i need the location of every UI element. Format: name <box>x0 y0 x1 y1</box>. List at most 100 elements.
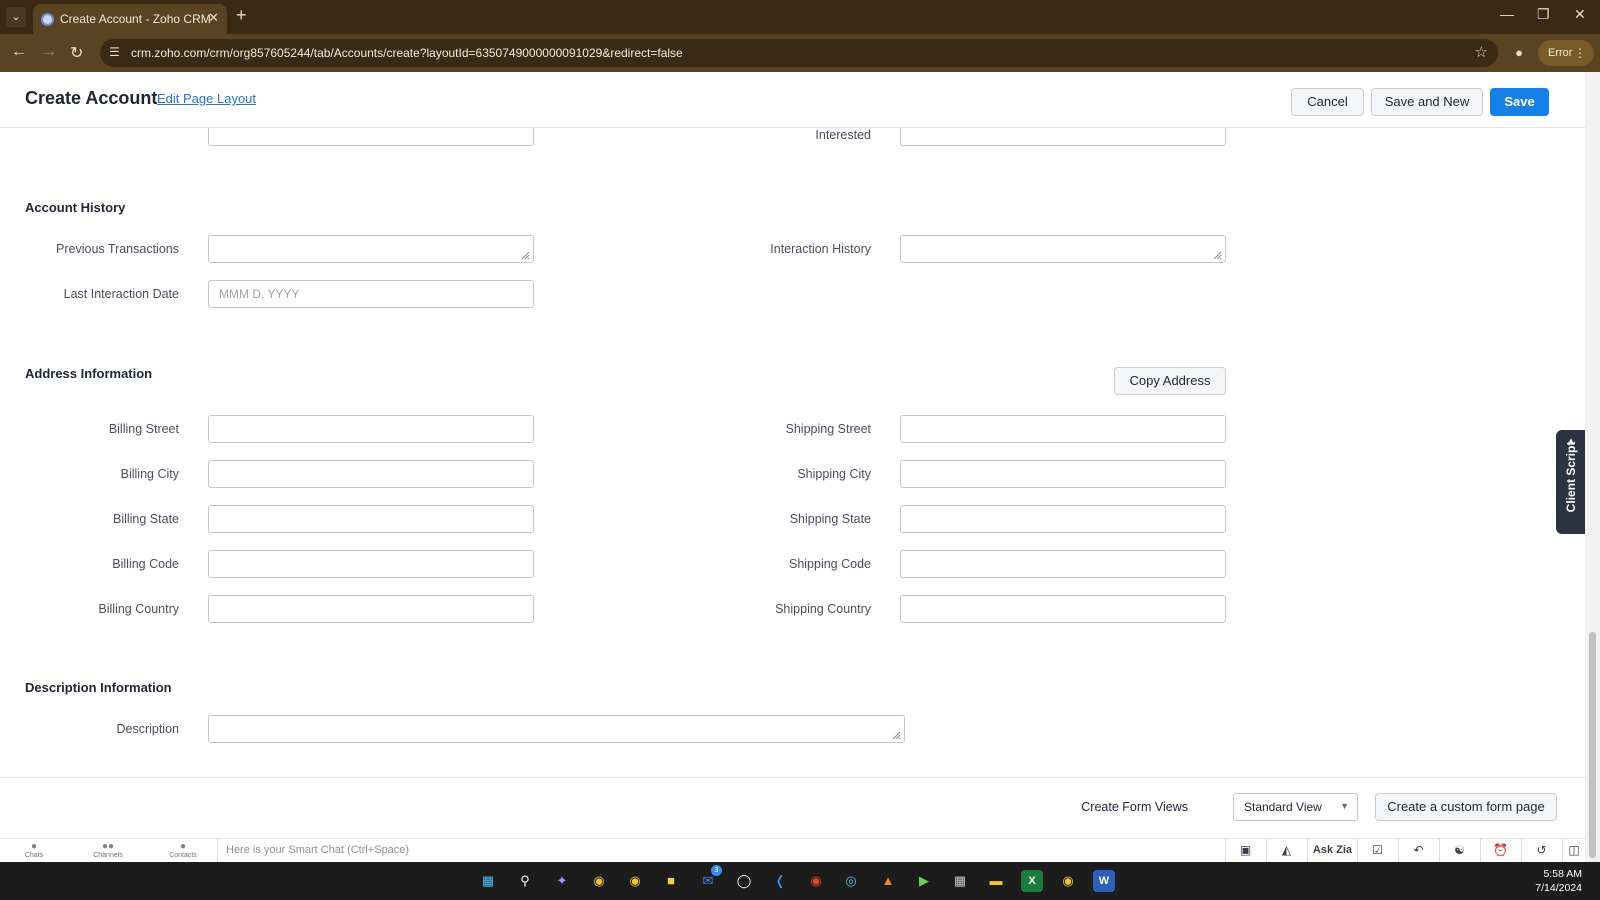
nvidia-icon[interactable]: ▶ <box>913 870 935 892</box>
calculator-icon[interactable]: ▦ <box>949 870 971 892</box>
cancel-button[interactable]: Cancel <box>1291 88 1364 116</box>
page-header: Create Account Edit Page Layout Cancel S… <box>0 72 1585 128</box>
system-clock[interactable]: 5:58 AM 7/14/2024 <box>1535 867 1582 895</box>
channels-button[interactable]: ●● Channels <box>83 841 133 859</box>
back-icon[interactable]: ← <box>11 43 27 61</box>
shipping-street-label: Shipping Street <box>785 422 871 436</box>
footer-divider <box>0 777 1585 778</box>
url-text[interactable]: crm.zoho.com/crm/org857605244/tab/Accoun… <box>131 46 683 60</box>
resize-grip-icon[interactable] <box>521 251 530 260</box>
chrome-icon[interactable]: ◉ <box>588 870 610 892</box>
copy-address-button[interactable]: Copy Address <box>1114 367 1226 395</box>
shipping-code-field[interactable] <box>900 550 1226 578</box>
minimize-icon[interactable]: — <box>1500 6 1514 22</box>
description-field[interactable] <box>208 715 905 743</box>
announcement-icon[interactable]: ◭ <box>1266 839 1306 862</box>
form-content: Interested Account History Previous Tran… <box>0 128 1585 838</box>
shipping-city-field[interactable] <box>900 460 1226 488</box>
search-icon[interactable]: ⚲ <box>514 870 536 892</box>
interaction-history-field[interactable] <box>900 235 1226 263</box>
alarm-clock-icon[interactable]: ⏰ <box>1480 839 1520 862</box>
site-info-icon[interactable]: ☰ <box>109 45 120 59</box>
close-icon[interactable]: ✕ <box>208 10 219 26</box>
undo-icon[interactable]: ↶ <box>1398 839 1438 862</box>
history-icon[interactable]: ↺ <box>1521 839 1561 862</box>
chats-button[interactable]: ● Chats <box>9 841 59 859</box>
os-taskbar: ▦ ⚲ ✦ ◉ ◉ ■ ✉ 3 ◯ ❬ ◉ ◎ ▲ ▶ ▦ ▬ X ◉ W 5:5… <box>0 862 1600 900</box>
form-view-selected: Standard View <box>1244 800 1322 814</box>
excel-icon[interactable]: X <box>1021 870 1043 892</box>
partial-field-left[interactable] <box>208 128 534 146</box>
billing-state-field[interactable] <box>208 505 534 533</box>
menu-dots-icon[interactable]: ⋮ <box>1574 40 1586 66</box>
last-interaction-date-field[interactable]: MMM D, YYYY <box>208 280 534 308</box>
last-interaction-date-label: Last Interaction Date <box>63 287 179 301</box>
contacts-icon: ● <box>179 841 187 852</box>
shipping-street-field[interactable] <box>900 415 1226 443</box>
browser-toolbar: ← → ↻ ☰ crm.zoho.com/crm/org857605244/ta… <box>0 34 1600 72</box>
translate-icon[interactable]: ☯ <box>1439 839 1479 862</box>
client-script-tab[interactable]: ▲ Client Script <box>1556 430 1586 534</box>
profile-icon[interactable]: ● <box>1508 42 1530 64</box>
billing-code-field[interactable] <box>208 550 534 578</box>
billing-city-field[interactable] <box>208 460 534 488</box>
shipping-country-field[interactable] <box>900 595 1226 623</box>
window-close-icon[interactable]: ✕ <box>1574 6 1586 23</box>
address-bar[interactable]: ☰ crm.zoho.com/crm/org857605244/tab/Acco… <box>100 39 1498 67</box>
sticky-notes-icon[interactable]: ■ <box>660 870 682 892</box>
word-icon[interactable]: W <box>1093 870 1115 892</box>
chrome-active-icon[interactable]: ◉ <box>1057 870 1079 892</box>
mail-icon[interactable]: ✉ 3 <box>697 865 722 892</box>
form-view-select[interactable]: Standard View ▼ <box>1233 793 1358 821</box>
create-form-views-label: Create Form Views <box>1081 800 1188 814</box>
partial-field-right[interactable] <box>900 128 1226 146</box>
chrome-alt-icon[interactable]: ◉ <box>805 870 827 892</box>
new-tab-button[interactable]: + <box>236 5 247 26</box>
contacts-button[interactable]: ● Contacts <box>158 841 208 859</box>
ask-zia-button[interactable]: Ask Zia <box>1307 839 1357 862</box>
create-custom-form-page-button[interactable]: Create a custom form page <box>1375 793 1557 821</box>
forward-icon[interactable]: → <box>41 43 57 61</box>
restore-icon[interactable]: ❐ <box>1537 6 1550 23</box>
edit-page-layout-link[interactable]: Edit Page Layout <box>157 91 256 106</box>
scrollbar-thumb[interactable] <box>1589 632 1596 858</box>
chrome-profile-icon[interactable]: ◉ <box>624 870 646 892</box>
page-scrollbar[interactable] <box>1585 72 1600 862</box>
file-explorer-icon[interactable]: ▬ <box>985 870 1007 892</box>
screen-share-icon[interactable]: ▣ <box>1225 839 1265 862</box>
checklist-icon[interactable]: ☑ <box>1357 839 1397 862</box>
window-icon[interactable]: ◫ <box>1562 839 1585 862</box>
section-title-address: Address Information <box>25 366 153 381</box>
error-chip[interactable]: Error ⋮ <box>1538 40 1594 66</box>
error-label: Error <box>1548 47 1573 59</box>
windows-start-icon[interactable]: ▦ <box>477 870 499 892</box>
clock-app-icon[interactable]: ◯ <box>733 870 755 892</box>
billing-street-field[interactable] <box>208 415 534 443</box>
smart-chat-input[interactable]: Here is your Smart Chat (Ctrl+Space) <box>217 839 1225 862</box>
bookmark-star-icon[interactable]: ☆ <box>1475 43 1488 61</box>
smart-chat-placeholder: Here is your Smart Chat (Ctrl+Space) <box>226 844 410 856</box>
previous-transactions-field[interactable] <box>208 235 534 263</box>
browser-tab-active[interactable]: Create Account - Zoho CRM ✕ <box>33 4 227 34</box>
copilot-icon[interactable]: ✦ <box>551 870 573 892</box>
section-title-description: Description Information <box>25 680 172 695</box>
reload-icon[interactable]: ↻ <box>70 43 83 63</box>
shipping-country-label: Shipping Country <box>775 602 871 616</box>
save-and-new-button[interactable]: Save and New <box>1371 88 1483 116</box>
channels-icon: ●● <box>101 841 115 852</box>
edge-icon[interactable]: ◎ <box>840 870 862 892</box>
vlc-icon[interactable]: ▲ <box>877 870 899 892</box>
clock-time: 5:58 AM <box>1543 868 1582 880</box>
section-title-account-history: Account History <box>25 200 126 215</box>
save-button[interactable]: Save <box>1490 88 1549 116</box>
shipping-state-field[interactable] <box>900 505 1226 533</box>
tab-title: Create Account - Zoho CRM <box>60 12 211 26</box>
vscode-icon[interactable]: ❬ <box>769 870 791 892</box>
shipping-code-label: Shipping Code <box>788 557 871 571</box>
date-placeholder: MMM D, YYYY <box>219 287 300 301</box>
billing-country-field[interactable] <box>208 595 534 623</box>
resize-grip-icon[interactable] <box>1213 251 1222 260</box>
tab-search-button[interactable]: ⌄ <box>6 7 26 27</box>
interaction-history-label: Interaction History <box>770 242 871 256</box>
resize-grip-icon[interactable] <box>892 731 901 740</box>
